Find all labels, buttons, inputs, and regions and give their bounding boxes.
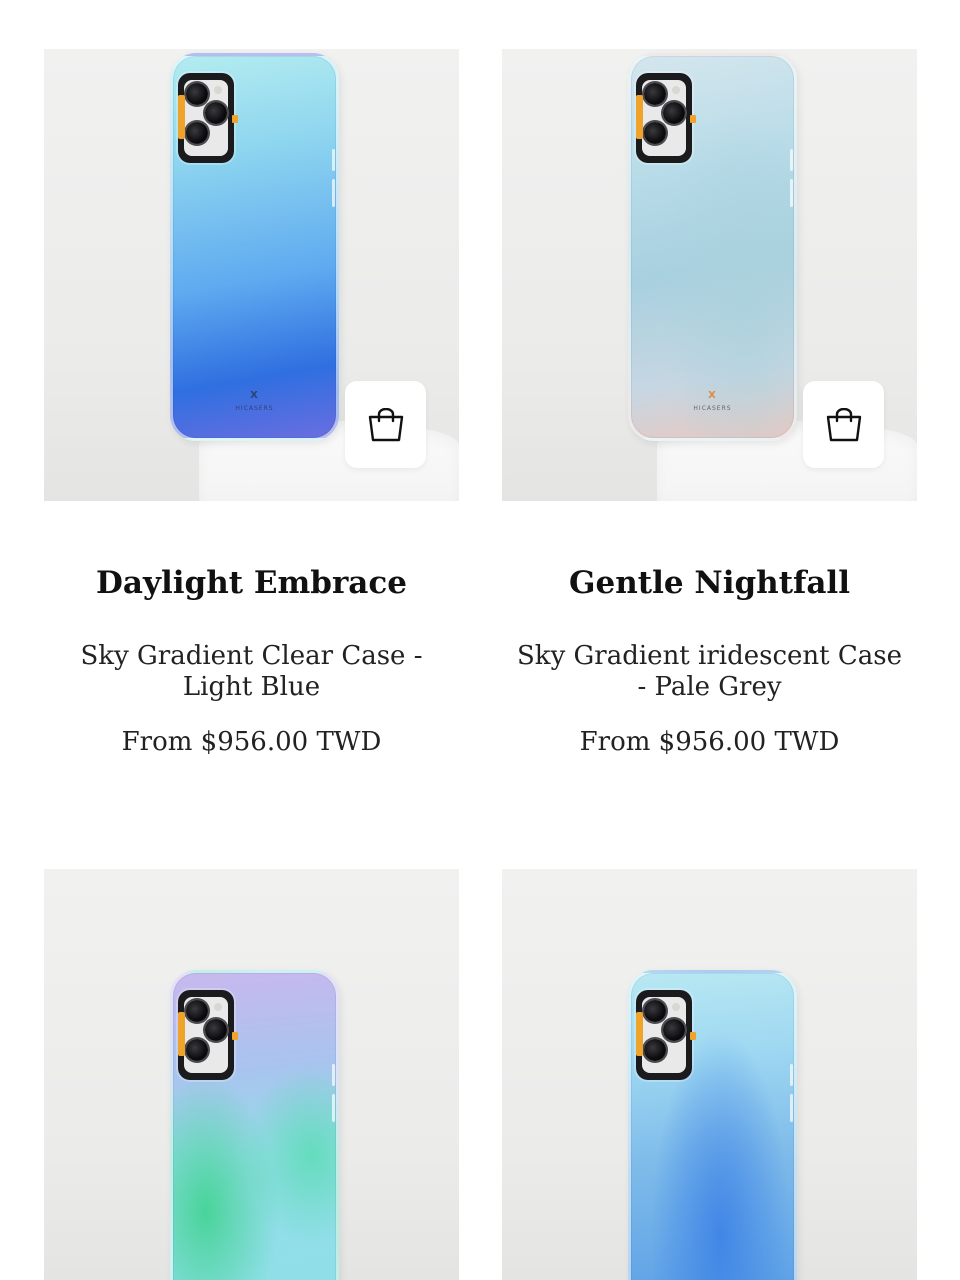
- phone-case-photo: [628, 970, 797, 1280]
- shopping-bag-icon: [368, 407, 403, 441]
- product-card[interactable]: X HICASERS Gentle Nightfall Sky Gradient …: [502, 49, 917, 759]
- add-to-cart-button[interactable]: [345, 381, 426, 468]
- shopping-bag-icon: [826, 407, 861, 441]
- product-variant: Sky Gradient Clear Case - Light Blue: [80, 641, 423, 702]
- camera-module: [178, 990, 238, 1080]
- case-logo: X HICASERS: [235, 390, 274, 412]
- product-grid: X HICASERS Daylight Embrace Sky Gradient …: [0, 0, 960, 1280]
- product-card[interactable]: [44, 869, 459, 1280]
- product-card[interactable]: X HICASERS Daylight Embrace Sky Gradient …: [44, 49, 459, 759]
- camera-module: [636, 73, 696, 163]
- product-variant: Sky Gradient iridescent Case - Pale Grey: [517, 641, 902, 702]
- product-price: From $956.00 TWD: [121, 727, 382, 757]
- phone-case-photo: X HICASERS: [170, 53, 339, 441]
- product-title[interactable]: Gentle Nightfall: [502, 563, 917, 603]
- product-title[interactable]: Daylight Embrace: [44, 563, 459, 603]
- product-price: From $956.00 TWD: [579, 727, 840, 757]
- phone-case-photo: X HICASERS: [628, 53, 797, 441]
- product-image[interactable]: X HICASERS: [44, 49, 459, 501]
- case-logo: X HICASERS: [693, 390, 732, 412]
- product-image[interactable]: X HICASERS: [502, 49, 917, 501]
- product-card[interactable]: [502, 869, 917, 1280]
- phone-case-photo: [170, 970, 339, 1280]
- add-to-cart-button[interactable]: [803, 381, 884, 468]
- product-image[interactable]: [502, 869, 917, 1280]
- camera-module: [636, 990, 696, 1080]
- camera-module: [178, 73, 238, 163]
- product-image[interactable]: [44, 869, 459, 1280]
